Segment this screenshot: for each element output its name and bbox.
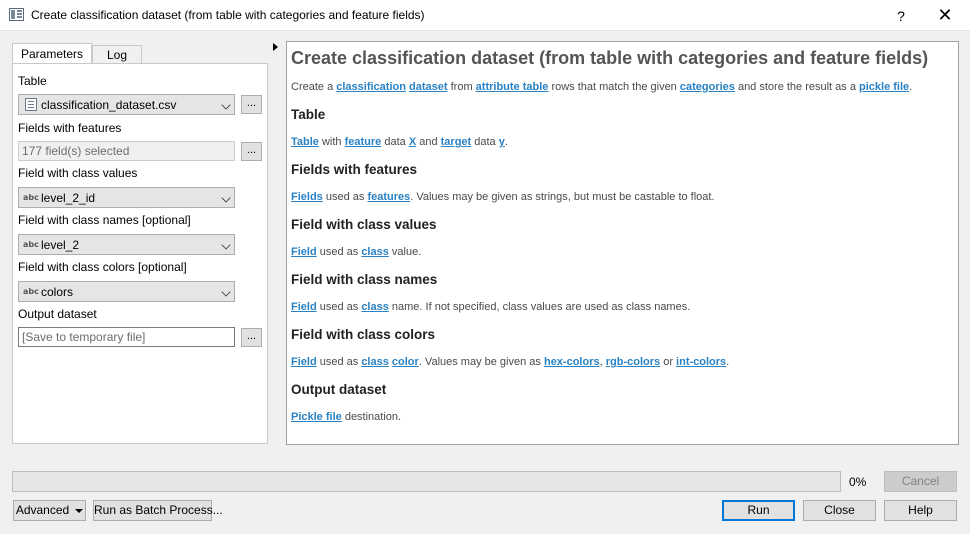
advanced-button[interactable]: Advanced — [13, 500, 86, 521]
help-panel: Create classification dataset (from tabl… — [286, 41, 959, 445]
help-heading-class-names: Field with class names — [291, 272, 438, 287]
string-type-icon: abc — [23, 240, 39, 249]
advanced-label: Advanced — [15, 503, 70, 517]
link-class[interactable]: class — [361, 356, 389, 368]
link-dataset[interactable]: dataset — [409, 81, 448, 93]
help-heading-features: Fields with features — [291, 162, 418, 177]
run-button[interactable]: Run — [722, 500, 795, 521]
window-title: Create classification dataset (from tabl… — [31, 8, 425, 22]
help-class-values-text: Field used as class value. — [291, 246, 422, 258]
link-hex-colors[interactable]: hex-colors — [544, 356, 600, 368]
progress-percent: 0% — [849, 475, 867, 489]
link-class[interactable]: class — [361, 301, 389, 313]
help-icon[interactable]: ? — [886, 4, 916, 28]
class-colors-value: colors — [41, 285, 74, 299]
class-names-combo[interactable]: abc level_2 — [18, 234, 235, 255]
link-pickle-file[interactable]: pickle file — [859, 81, 909, 93]
help-heading-output: Output dataset — [291, 382, 387, 397]
class-colors-label: Field with class colors [optional] — [18, 260, 187, 274]
link-categories[interactable]: categories — [680, 81, 735, 93]
help-intro: Create a classification dataset from att… — [291, 81, 913, 93]
table-icon — [25, 98, 37, 111]
cancel-button[interactable]: Cancel — [884, 471, 957, 492]
link-field[interactable]: Field — [291, 246, 317, 258]
link-feature[interactable]: feature — [345, 136, 382, 148]
link-pickle-file[interactable]: Pickle file — [291, 411, 342, 423]
link-int-colors[interactable]: int-colors — [676, 356, 726, 368]
help-heading-table: Table — [291, 107, 326, 122]
features-field: 177 field(s) selected — [18, 141, 235, 161]
link-fields[interactable]: Fields — [291, 191, 323, 203]
help-title: Create classification dataset (from tabl… — [291, 48, 929, 68]
class-names-label: Field with class names [optional] — [18, 213, 191, 227]
close-button[interactable]: Close — [803, 500, 876, 521]
link-attribute-table[interactable]: attribute table — [476, 81, 549, 93]
link-features[interactable]: features — [367, 191, 410, 203]
progress-bar — [12, 471, 841, 492]
table-combo[interactable]: classification_dataset.csv — [18, 94, 235, 115]
close-icon[interactable]: ✕ — [926, 4, 964, 28]
tab-log[interactable]: Log — [92, 45, 142, 64]
link-classification[interactable]: classification — [336, 81, 406, 93]
help-heading-class-colors: Field with class colors — [291, 327, 436, 342]
table-browse-button[interactable]: ... — [241, 95, 262, 114]
help-class-names-text: Field used as class name. If not specifi… — [291, 301, 691, 313]
features-label: Fields with features — [18, 121, 122, 135]
table-label: Table — [18, 74, 47, 88]
chevron-down-icon — [221, 287, 231, 297]
link-field[interactable]: Field — [291, 301, 317, 313]
class-colors-combo[interactable]: abc colors — [18, 281, 235, 302]
output-browse-button[interactable]: ... — [241, 328, 262, 347]
output-label: Output dataset — [18, 307, 97, 321]
help-heading-class-values: Field with class values — [291, 217, 437, 232]
help-button[interactable]: Help — [884, 500, 957, 521]
features-select-button[interactable]: ... — [241, 142, 262, 161]
tab-parameters[interactable]: Parameters — [12, 43, 92, 65]
dropdown-arrow-icon — [75, 508, 84, 513]
string-type-icon: abc — [23, 287, 39, 296]
app-icon — [9, 8, 24, 21]
batch-process-button[interactable]: Run as Batch Process... — [93, 500, 223, 521]
table-value: classification_dataset.csv — [41, 98, 177, 112]
help-output-text: Pickle file destination. — [291, 411, 402, 423]
title-bar: Create classification dataset (from tabl… — [0, 0, 970, 31]
help-features-text: Fields used as features. Values may be g… — [291, 191, 715, 203]
link-table[interactable]: Table — [291, 136, 319, 148]
parameters-panel: Table classification_dataset.csv ... Fie… — [12, 63, 268, 444]
help-table-text: Table with feature data X and target dat… — [291, 136, 508, 148]
chevron-down-icon — [221, 193, 231, 203]
link-class[interactable]: class — [361, 246, 389, 258]
help-class-colors-text: Field used as class color. Values may be… — [291, 356, 730, 368]
link-rgb-colors[interactable]: rgb-colors — [606, 356, 660, 368]
output-field[interactable]: [Save to temporary file] — [18, 327, 235, 347]
link-target[interactable]: target — [441, 136, 472, 148]
link-color[interactable]: color — [392, 356, 419, 368]
chevron-down-icon — [221, 100, 231, 110]
class-values-combo[interactable]: abc level_2_id — [18, 187, 235, 208]
link-field[interactable]: Field — [291, 356, 317, 368]
class-values-value: level_2_id — [41, 191, 96, 205]
class-values-label: Field with class values — [18, 166, 138, 180]
class-names-value: level_2 — [41, 238, 80, 252]
string-type-icon: abc — [23, 193, 39, 202]
splitter-arrow-icon[interactable] — [273, 43, 278, 51]
chevron-down-icon — [221, 240, 231, 250]
